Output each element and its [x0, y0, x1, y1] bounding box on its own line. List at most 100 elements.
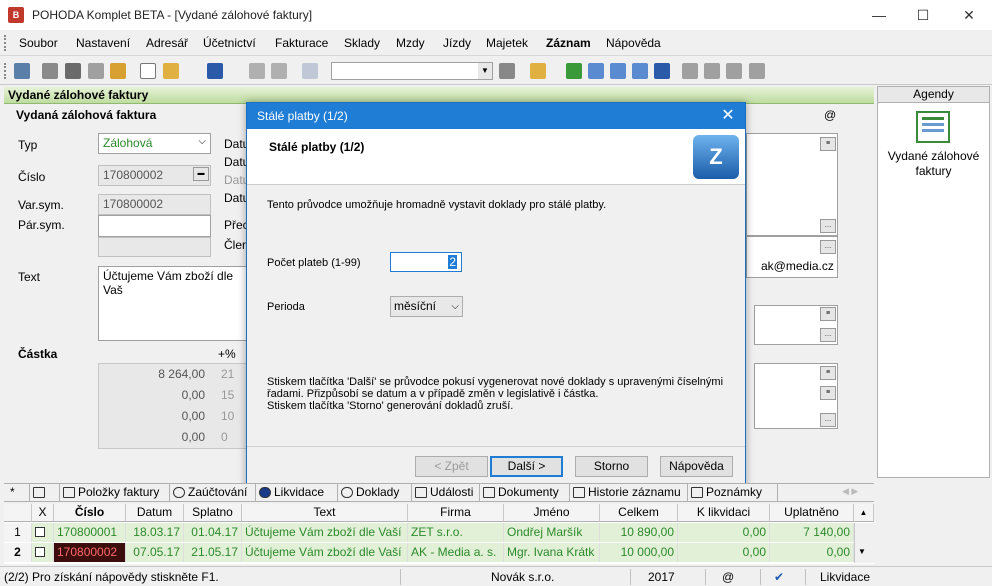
row-1-uplatneno[interactable]: 7 140,00	[770, 523, 854, 542]
col-cislo[interactable]: Číslo	[54, 504, 126, 522]
message-icon[interactable]	[682, 63, 698, 79]
menu-mzdy[interactable]: Mzdy	[396, 36, 425, 50]
menu-jizdy[interactable]: Jízdy	[443, 36, 471, 50]
filter-icon[interactable]	[14, 63, 30, 79]
tab-zauctovani[interactable]: Zaúčtování	[170, 484, 256, 502]
save-all-icon[interactable]	[271, 63, 287, 79]
grid-icon[interactable]	[632, 63, 648, 79]
table-scroll-up-icon[interactable]: ▲	[854, 504, 874, 522]
agendy-item-label[interactable]: Vydané zálohové faktury	[878, 149, 989, 179]
typ-select[interactable]: Zálohová ⌵	[98, 133, 211, 154]
row-1-text[interactable]: Účtujeme Vám zboží dle Vaší	[242, 523, 408, 542]
row-2-splatno[interactable]: 21.05.17	[184, 543, 242, 562]
note2-menu-icon[interactable]: ≡	[820, 366, 836, 380]
table-icon[interactable]	[610, 63, 626, 79]
note-icon[interactable]	[726, 63, 742, 79]
cislo-picker-icon[interactable]: ▬	[193, 167, 209, 181]
varsym-field[interactable]: 170800002	[98, 194, 211, 215]
invoice-agenda-icon[interactable]	[916, 111, 950, 143]
col-uplatneno[interactable]: Uplatněno	[770, 504, 854, 522]
help-pointer-icon[interactable]	[749, 63, 765, 79]
col-jmeno[interactable]: Jméno	[504, 504, 600, 522]
col-klikvidaci[interactable]: K likvidaci	[678, 504, 770, 522]
clipboard-icon[interactable]	[302, 63, 318, 79]
menu-soubor[interactable]: Soubor	[19, 36, 58, 50]
menu-napoveda[interactable]: Nápověda	[606, 36, 661, 50]
row-1-firma[interactable]: ZET s.r.o.	[408, 523, 504, 542]
list-icon[interactable]	[704, 63, 720, 79]
row-1-datum[interactable]: 18.03.17	[126, 523, 184, 542]
note2-more-icon[interactable]: …	[820, 413, 836, 427]
row-1-klikvidaci[interactable]: 0,00	[678, 523, 770, 542]
combo-arrow-icon[interactable]: ▼	[478, 63, 492, 79]
next-button[interactable]: Další >	[490, 456, 563, 477]
col-text[interactable]: Text	[242, 504, 408, 522]
row-2-text[interactable]: Účtujeme Vám zboží dle Vaší	[242, 543, 408, 562]
note1-more-icon[interactable]: …	[820, 328, 836, 342]
tab-poznamky[interactable]: Poznámky	[688, 484, 778, 502]
calculator-icon[interactable]	[588, 63, 604, 79]
parsym-extra-field[interactable]	[98, 237, 211, 257]
tabs-scroll-arrows[interactable]: ◀ ▶	[842, 486, 858, 497]
row-1-jmeno[interactable]: Ondřej Maršík	[504, 523, 600, 542]
menu-sklady[interactable]: Sklady	[344, 36, 380, 50]
filter-toggle-icon[interactable]	[499, 63, 515, 79]
preview-icon[interactable]	[88, 63, 104, 79]
menu-ucetnictvi[interactable]: Účetnictví	[203, 36, 256, 50]
tab-historie[interactable]: Historie záznamu	[570, 484, 688, 502]
export-icon[interactable]	[110, 63, 126, 79]
menu-fakturace[interactable]: Fakturace	[275, 36, 328, 50]
maximize-button[interactable]: ☐	[900, 0, 946, 30]
tab-star[interactable]: *	[4, 484, 30, 502]
email-icon[interactable]: @	[824, 108, 836, 122]
back-arrow-icon[interactable]	[207, 63, 223, 79]
status-email-icon[interactable]: @	[722, 570, 734, 584]
tab-doklady[interactable]: Doklady	[338, 484, 412, 502]
row-2-datum[interactable]: 07.05.17	[126, 543, 184, 562]
menu-nastaveni[interactable]: Nastavení	[76, 36, 130, 50]
minimize-button[interactable]: —	[856, 0, 902, 30]
iban-icon[interactable]	[654, 63, 670, 79]
note2-menu2-icon[interactable]: ≡	[820, 386, 836, 400]
print-icon[interactable]	[65, 63, 81, 79]
table-scrollbar[interactable]: ▼	[854, 523, 874, 563]
help-button[interactable]: Nápověda	[660, 456, 733, 477]
row-1-checkbox[interactable]	[32, 523, 54, 542]
close-button[interactable]: ✕	[946, 0, 992, 30]
edit-icon[interactable]	[163, 63, 179, 79]
cancel-button[interactable]: Storno	[575, 456, 648, 477]
menu-zaznam[interactable]: Záznam	[546, 36, 591, 50]
row-1-cislo[interactable]: 170800001	[54, 523, 126, 542]
col-x[interactable]: X	[32, 504, 54, 522]
save-icon[interactable]	[249, 63, 265, 79]
col-firma[interactable]: Firma	[408, 504, 504, 522]
payment-icon[interactable]	[566, 63, 582, 79]
tab-filter[interactable]	[30, 484, 60, 502]
dialog-close-icon[interactable]: ✕	[715, 106, 741, 126]
row-2-celkem[interactable]: 10 000,00	[600, 543, 678, 562]
note1-menu-icon[interactable]: ≡	[820, 307, 836, 321]
col-splatno[interactable]: Splatno	[184, 504, 242, 522]
row-2-jmeno[interactable]: Mgr. Ivana Krátk	[504, 543, 600, 562]
address-menu-icon[interactable]: ≡	[820, 137, 836, 151]
col-celkem[interactable]: Celkem	[600, 504, 678, 522]
row-2-checkbox[interactable]	[32, 543, 54, 562]
copy-icon[interactable]	[42, 63, 58, 79]
tab-likvidace[interactable]: Likvidace	[256, 484, 338, 502]
row-2-uplatneno[interactable]: 0,00	[770, 543, 854, 562]
address-more-icon[interactable]: …	[820, 219, 836, 233]
col-datum[interactable]: Datum	[126, 504, 184, 522]
row-1-celkem[interactable]: 10 890,00	[600, 523, 678, 542]
menu-majetek[interactable]: Majetek	[486, 36, 528, 50]
period-select[interactable]: měsíční ⌵	[390, 296, 463, 317]
email-more-icon[interactable]: …	[820, 240, 836, 254]
folder-icon[interactable]	[530, 63, 546, 79]
row-2-cislo[interactable]: 170800002	[54, 543, 126, 562]
tab-dokumenty[interactable]: Dokumenty	[480, 484, 570, 502]
tab-polozky[interactable]: Položky faktury	[60, 484, 170, 502]
new-record-icon[interactable]	[140, 63, 156, 79]
row-2-klikvidaci[interactable]: 0,00	[678, 543, 770, 562]
parsym-field[interactable]	[98, 215, 211, 237]
row-2-firma[interactable]: AK - Media a. s.	[408, 543, 504, 562]
table-scroll-down-icon[interactable]: ▼	[858, 547, 866, 556]
